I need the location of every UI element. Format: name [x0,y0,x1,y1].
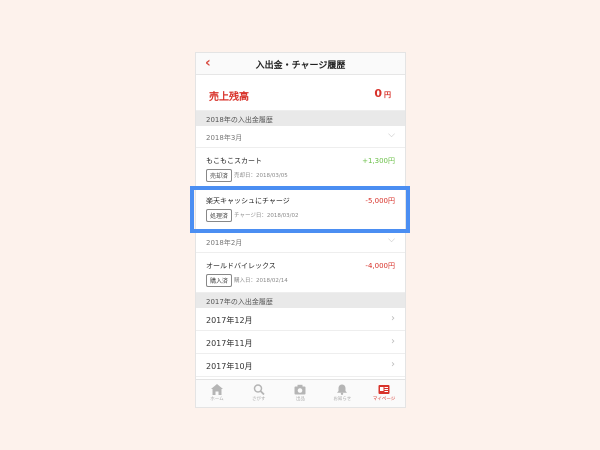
status-badge: 売却済 [206,169,233,182]
status-badge: 購入済 [206,274,233,287]
balance-amount-value: 0 [374,87,382,100]
transaction-date: 購入日：2018/02/14 [234,278,288,284]
section-header-2018: 2018年の入出金履歴 [196,111,405,126]
navigation-bar: ‹ 入出金・チャージ履歴 [196,53,405,75]
chevron-right-icon: › [391,313,395,324]
tab-mypage[interactable]: マイページ [363,380,405,407]
month-label: 2017年10月 [206,362,253,371]
tab-sell[interactable]: 出品 [280,380,322,407]
month-item-2017-11[interactable]: 2017年11月 › [196,331,405,354]
transaction-date: チャージ日：2018/03/02 [234,213,299,219]
transaction-name: オールドバイレックス [206,262,276,270]
transaction-amount: +1,300円 [362,157,395,165]
month-label: 2018年2月 [206,239,243,247]
tab-home[interactable]: ホーム [196,380,238,407]
tab-label: お知らせ [333,397,352,402]
sales-balance-row: 売上残高 0円 [196,75,405,111]
chevron-right-icon: › [391,336,395,347]
chevron-down-icon: ⌵ [388,130,395,140]
month-header-2018-02[interactable]: 2018年2月 ⌵ [196,231,405,253]
balance-amount: 0円 [374,87,391,100]
camera-icon [294,384,306,395]
transaction-row[interactable]: もこもこスカート +1,300円 売却済 売却日：2018/03/05 [196,148,405,188]
status-badge: 処理済 [206,209,233,222]
transaction-date: 売却日：2018/03/05 [234,173,288,179]
tab-notifications[interactable]: お知らせ [321,380,363,407]
transaction-amount: -4,000円 [365,262,395,270]
chevron-right-icon: › [391,359,395,370]
home-icon [210,384,223,395]
balance-label: 売上残高 [209,92,249,103]
month-label: 2018年3月 [206,134,243,142]
tab-label: 出品 [295,397,305,402]
tab-label: マイページ [372,397,396,402]
chevron-down-icon: ⌵ [388,235,395,245]
balance-unit: 円 [384,91,391,99]
transaction-name: 楽天キャッシュにチャージ [206,197,290,205]
section-header-2017: 2017年の入出金履歴 [196,293,405,308]
month-item-2017-12[interactable]: 2017年12月 › [196,308,405,331]
month-label: 2017年11月 [206,339,253,348]
phone-screen: ‹ 入出金・チャージ履歴 売上残高 0円 2018年の入出金履歴 2018年3月… [195,52,406,408]
transaction-row-highlighted[interactable]: 楽天キャッシュにチャージ -5,000円 処理済 チャージ日：2018/03/0… [196,188,405,231]
bottom-tab-bar: ホーム さがす 出品 お知らせ マイページ [196,379,405,407]
transaction-amount: -5,000円 [365,197,395,205]
transaction-row[interactable]: オールドバイレックス -4,000円 購入済 購入日：2018/02/14 [196,253,405,293]
search-icon [253,384,265,395]
tab-search[interactable]: さがす [238,380,280,407]
bell-icon [337,384,348,395]
mypage-icon [378,385,390,394]
page-title: 入出金・チャージ履歴 [255,61,346,71]
tab-label: さがす [251,397,266,402]
tab-label: ホーム [210,397,224,402]
transaction-name: もこもこスカート [206,157,262,165]
month-header-2018-03[interactable]: 2018年3月 ⌵ [196,126,405,148]
month-label: 2017年12月 [206,316,253,325]
month-item-2017-10[interactable]: 2017年10月 › [196,354,405,377]
